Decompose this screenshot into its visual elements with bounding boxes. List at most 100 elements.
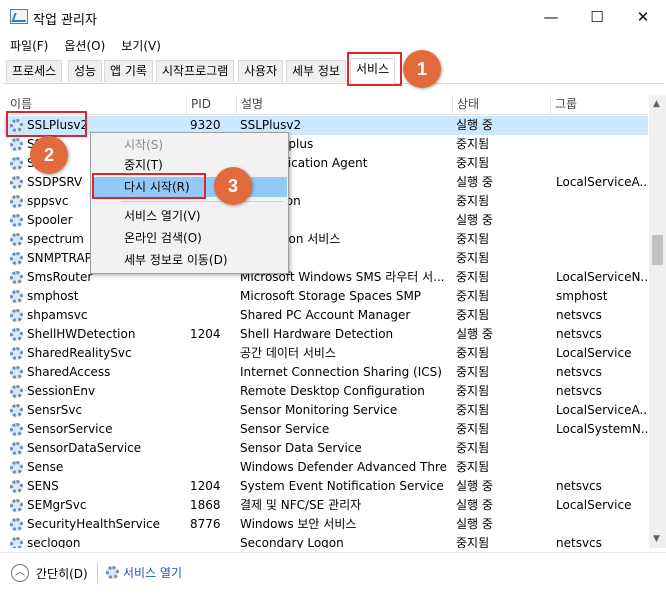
gear-icon bbox=[10, 176, 23, 189]
table-row[interactable]: ShellHWDetection 1204 Shell Hardware Detec… bbox=[4, 325, 648, 344]
bottom-bar: ︿ 간단히(D) 서비스 열기 bbox=[0, 552, 666, 596]
table-row[interactable]: SensorDataService Sensor Data Service 중지됨 bbox=[4, 439, 648, 458]
minimize-button[interactable]: — bbox=[528, 0, 574, 34]
table-row[interactable]: SessionEnv Remote Desktop Configuration 중지… bbox=[4, 382, 648, 401]
service-status: 중지됨 bbox=[456, 308, 490, 322]
service-name-text: seclogon bbox=[27, 536, 81, 548]
service-pid bbox=[190, 382, 234, 401]
column-description[interactable]: 설명 bbox=[236, 95, 452, 115]
table-row[interactable]: SensorService Sensor Service 중지됨 LocalSyste… bbox=[4, 420, 648, 439]
tab-bar: 프로세스 성능 앱 기록 시작프로그램 사용자 세부 정보 서비스 bbox=[4, 58, 664, 84]
service-group: LocalServiceN... bbox=[556, 270, 648, 284]
service-name: ShellHWDetection bbox=[10, 325, 186, 344]
service-description: Sensor Data Service bbox=[240, 441, 362, 455]
table-row[interactable]: SharedRealitySvc 공간 데이터 서비스 중지됨 LocalServic… bbox=[4, 344, 648, 363]
tab-processes[interactable]: 프로세스 bbox=[6, 60, 63, 82]
highlight-sslplusv2-row bbox=[6, 111, 87, 137]
service-status: 중지됨 bbox=[456, 441, 490, 455]
service-group: LocalService bbox=[556, 346, 632, 360]
tab-startup[interactable]: 시작프로그램 bbox=[156, 60, 235, 82]
service-pid bbox=[190, 534, 234, 548]
highlight-services-tab bbox=[347, 52, 402, 86]
service-name-text: SensorService bbox=[27, 422, 113, 436]
table-row[interactable]: SENS 1204 System Event Notification Servic… bbox=[4, 477, 648, 496]
table-row[interactable]: shpamsvc Shared PC Account Manager 중지됨 nets… bbox=[4, 306, 648, 325]
service-pid bbox=[190, 439, 234, 458]
menu-file[interactable]: 파일(F) bbox=[0, 37, 54, 54]
service-group bbox=[556, 135, 648, 154]
service-status: 중지됨 bbox=[456, 403, 490, 417]
service-pid: 1204 bbox=[190, 479, 221, 493]
fewer-details-button[interactable]: 간단히(D) bbox=[36, 565, 88, 582]
menu-options[interactable]: 옵션(O) bbox=[54, 37, 111, 54]
tab-details[interactable]: 세부 정보 bbox=[286, 60, 346, 82]
scroll-down-icon[interactable]: ▼ bbox=[653, 534, 660, 544]
gear-icon bbox=[10, 233, 23, 246]
service-description: Internet Connection Sharing (ICS) bbox=[240, 365, 442, 379]
service-name-text: SENS bbox=[27, 479, 59, 493]
scroll-thumb[interactable] bbox=[652, 235, 663, 265]
service-status: 중지됨 bbox=[456, 422, 490, 436]
chevron-up-icon[interactable]: ︿ bbox=[11, 564, 29, 582]
tab-app-history[interactable]: 앱 기록 bbox=[104, 60, 153, 82]
service-group bbox=[556, 439, 648, 458]
service-name: SensorService bbox=[10, 420, 186, 439]
service-name: seclogon bbox=[10, 534, 186, 548]
table-row[interactable]: SecurityHealthService 8776 Windows 보안 서비스 실… bbox=[4, 515, 648, 534]
table-row[interactable]: SharedAccess Internet Connection Sharing … bbox=[4, 363, 648, 382]
service-status: 중지됨 bbox=[456, 384, 490, 398]
scroll-up-icon[interactable]: ▲ bbox=[653, 99, 660, 109]
open-services-link[interactable]: 서비스 열기 bbox=[106, 564, 182, 581]
maximize-button[interactable]: ☐ bbox=[574, 0, 620, 34]
service-name: shpamsvc bbox=[10, 306, 186, 325]
column-pid[interactable]: PID bbox=[186, 95, 236, 115]
service-group bbox=[556, 458, 648, 477]
service-status: 실행 중 bbox=[456, 479, 493, 493]
service-name: SensrSvc bbox=[10, 401, 186, 420]
table-row[interactable]: seclogon Secondary Logon 중지됨 netsvcs bbox=[4, 534, 648, 548]
context-open-services[interactable]: 서비스 열기(V) bbox=[92, 206, 287, 226]
context-stop[interactable]: 중지(T) bbox=[92, 155, 287, 175]
service-status: 중지됨 bbox=[456, 346, 490, 360]
service-name: SensorDataService bbox=[10, 439, 186, 458]
menu-view[interactable]: 보기(V) bbox=[111, 37, 167, 54]
service-description: Sensor Monitoring Service bbox=[240, 403, 398, 417]
column-group[interactable]: 그룹 bbox=[550, 95, 648, 115]
service-status: 실행 중 bbox=[456, 175, 493, 189]
table-row[interactable]: smphost Microsoft Storage Spaces SMP 중지됨 sm… bbox=[4, 287, 648, 306]
service-status: 중지됨 bbox=[456, 137, 490, 151]
vertical-scrollbar[interactable]: ▲ ▼ bbox=[649, 95, 666, 548]
tab-users[interactable]: 사용자 bbox=[238, 60, 284, 82]
service-group: netsvcs bbox=[556, 536, 602, 548]
divider bbox=[97, 563, 98, 583]
service-name-text: sppsvc bbox=[27, 194, 69, 208]
tab-performance[interactable]: 성능 bbox=[68, 60, 103, 82]
service-name: SecurityHealthService bbox=[10, 515, 186, 534]
service-group bbox=[556, 116, 648, 135]
close-button[interactable]: ✕ bbox=[620, 0, 666, 34]
table-row[interactable]: Sense Windows Defender Advanced Threa... 중… bbox=[4, 458, 648, 477]
service-group bbox=[556, 192, 648, 211]
service-status: 실행 중 bbox=[456, 517, 493, 531]
service-name-text: shpamsvc bbox=[27, 308, 88, 322]
service-group: LocalSystemN... bbox=[556, 422, 648, 436]
context-start[interactable]: 시작(S) bbox=[92, 135, 287, 155]
service-name-text: SNMPTRAP bbox=[27, 251, 92, 265]
open-services-label: 서비스 열기 bbox=[123, 566, 183, 580]
service-name: SessionEnv bbox=[10, 382, 186, 401]
gear-icon bbox=[10, 518, 23, 531]
title-bar: 작업 관리자 — ☐ ✕ bbox=[0, 0, 666, 34]
service-group: netsvcs bbox=[556, 384, 602, 398]
gear-icon bbox=[10, 328, 23, 341]
service-pid bbox=[190, 344, 234, 363]
context-menu: 시작(S) 중지(T) 다시 시작(R) 서비스 열기(V) 온라인 검색(O)… bbox=[90, 132, 289, 274]
service-name: SharedRealitySvc bbox=[10, 344, 186, 363]
gear-icon bbox=[10, 480, 23, 493]
column-status[interactable]: 상태 bbox=[452, 95, 550, 115]
table-row[interactable]: SensrSvc Sensor Monitoring Service 중지됨 Loca… bbox=[4, 401, 648, 420]
table-row[interactable]: SEMgrSvc 1868 결제 및 NFC/SE 관리자 실행 중 LocalServ… bbox=[4, 496, 648, 515]
service-status: 중지됨 bbox=[456, 536, 490, 548]
context-search-online[interactable]: 온라인 검색(O) bbox=[92, 228, 287, 248]
highlight-restart-item bbox=[92, 173, 206, 199]
context-go-to-details[interactable]: 세부 정보로 이동(D) bbox=[92, 250, 287, 270]
